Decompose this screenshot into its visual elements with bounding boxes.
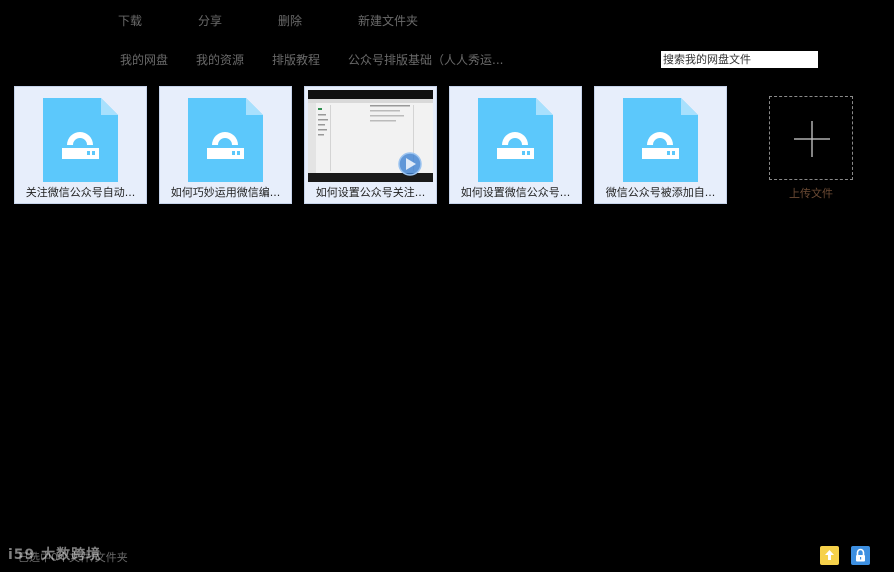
file-tile[interactable]: 如何巧妙运用微信编...: [159, 86, 292, 204]
file-tile[interactable]: 关注微信公众号自动...: [14, 86, 147, 204]
lock-icon[interactable]: [851, 546, 870, 565]
upload-label: 上传文件: [789, 187, 833, 200]
file-name: 如何设置公众号关注...: [315, 186, 426, 199]
upload-arrow-icon[interactable]: [820, 546, 839, 565]
file-icon: [188, 98, 263, 182]
download-button[interactable]: 下载: [118, 12, 142, 29]
file-name: 关注微信公众号自动...: [25, 186, 136, 199]
delete-button[interactable]: 删除: [278, 12, 302, 29]
watermark: i59 大数跨境: [8, 547, 102, 563]
breadcrumb-basics[interactable]: 公众号排版基础（人人秀运...: [348, 51, 503, 68]
share-button[interactable]: 分享: [198, 12, 222, 29]
upload-button[interactable]: [769, 96, 853, 180]
file-tile[interactable]: 如何设置微信公众号...: [449, 86, 582, 204]
breadcrumb-my-disk[interactable]: 我的网盘: [120, 51, 168, 68]
new-folder-button[interactable]: 新建文件夹: [358, 12, 418, 29]
file-name: 如何巧妙运用微信编...: [170, 186, 281, 199]
breadcrumb-tutorial[interactable]: 排版教程: [272, 51, 320, 68]
video-thumbnail: [308, 90, 433, 182]
plus-icon: [794, 121, 830, 157]
file-icon: [478, 98, 553, 182]
file-icon: [623, 98, 698, 182]
video-tile[interactable]: 如何设置公众号关注...: [304, 86, 437, 204]
search-input[interactable]: [661, 51, 818, 68]
file-name: 如何设置微信公众号...: [460, 186, 571, 199]
file-name: 微信公众号被添加自...: [605, 186, 716, 199]
file-icon: [43, 98, 118, 182]
file-tile[interactable]: 微信公众号被添加自...: [594, 86, 727, 204]
breadcrumb-my-resources[interactable]: 我的资源: [196, 51, 244, 68]
